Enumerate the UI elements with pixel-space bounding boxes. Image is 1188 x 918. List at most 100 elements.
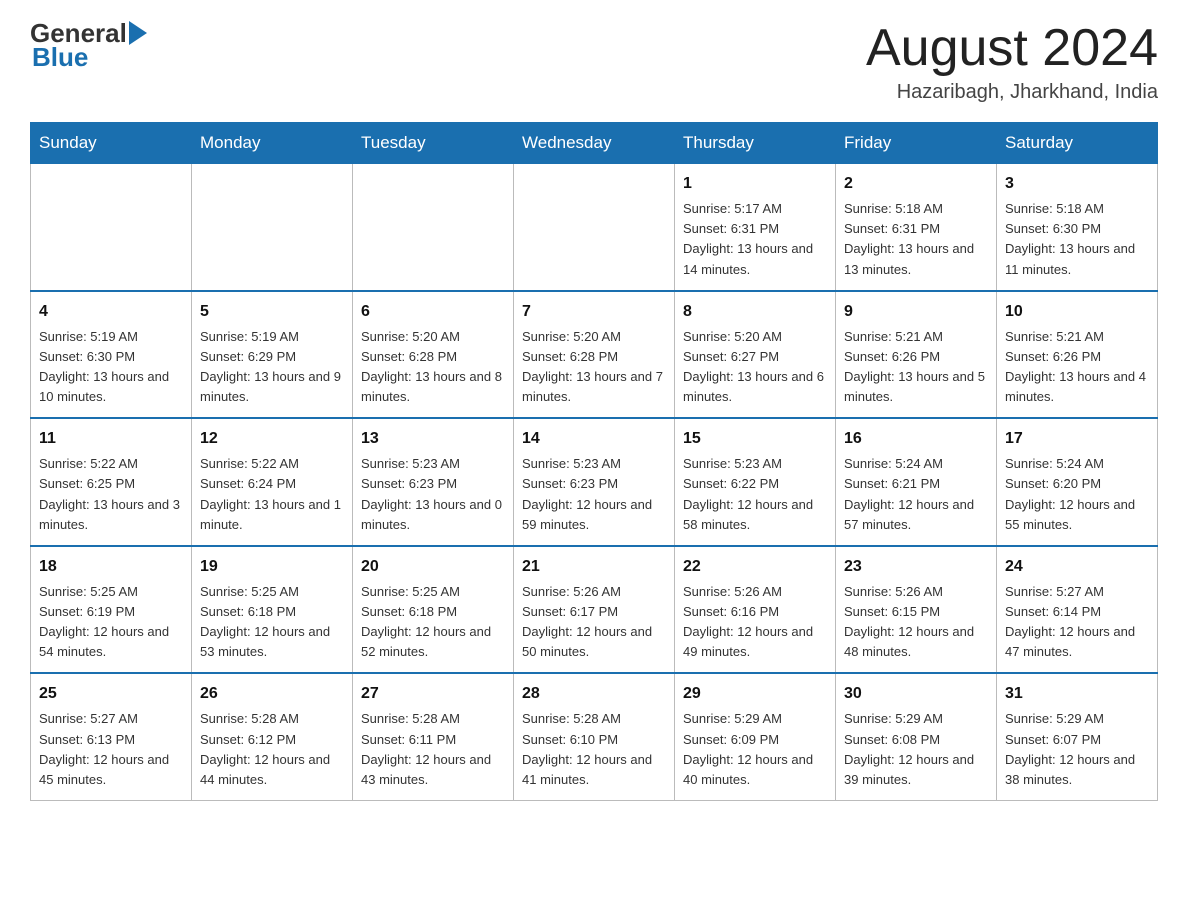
calendar-week-row: 25 Sunrise: 5:27 AM Sunset: 6:13 PM Dayli…: [31, 673, 1158, 800]
calendar-header-row: SundayMondayTuesdayWednesdayThursdayFrid…: [31, 123, 1158, 164]
day-number: 26: [200, 682, 344, 706]
day-number: 29: [683, 682, 827, 706]
calendar-week-row: 4Sunrise: 5:19 AM Sunset: 6:30 PM Daylig…: [31, 291, 1158, 419]
day-number: 27: [361, 682, 505, 706]
calendar-title: August 2024: [866, 20, 1158, 77]
calendar-cell: 27 Sunrise: 5:28 AM Sunset: 6:11 PM Dayli…: [353, 673, 514, 800]
calendar-cell: 9 Sunrise: 5:21 AM Sunset: 6:26 PM Daylig…: [836, 291, 997, 419]
day-of-week-header: Friday: [836, 123, 997, 164]
day-number: 22: [683, 555, 827, 579]
day-info: Sunrise: 5:27 AM Sunset: 6:14 PM Dayligh…: [1005, 582, 1149, 663]
calendar-cell: 7Sunrise: 5:20 AM Sunset: 6:28 PM Daylig…: [514, 291, 675, 419]
day-info: Sunrise: 5:20 AM Sunset: 6:28 PM Dayligh…: [361, 327, 505, 408]
day-info: Sunrise: 5:19 AM Sunset: 6:29 PM Dayligh…: [200, 327, 344, 408]
calendar-cell: 16 Sunrise: 5:24 AM Sunset: 6:21 PM Dayli…: [836, 418, 997, 546]
calendar-table: SundayMondayTuesdayWednesdayThursdayFrid…: [30, 122, 1158, 801]
day-info: Sunrise: 5:24 AM Sunset: 6:20 PM Dayligh…: [1005, 454, 1149, 535]
calendar-location: Hazaribagh, Jharkhand, India: [866, 81, 1158, 104]
calendar-cell: 28 Sunrise: 5:28 AM Sunset: 6:10 PM Dayli…: [514, 673, 675, 800]
calendar-cell: 26Sunrise: 5:28 AM Sunset: 6:12 PM Dayli…: [192, 673, 353, 800]
calendar-cell: 1 Sunrise: 5:17 AM Sunset: 6:31 PM Daylig…: [675, 164, 836, 291]
day-number: 31: [1005, 682, 1149, 706]
day-number: 20: [361, 555, 505, 579]
day-number: 10: [1005, 300, 1149, 324]
day-info: Sunrise: 5:23 AM Sunset: 6:23 PM Dayligh…: [522, 454, 666, 535]
page-header: General► Blue August 2024 Hazaribagh, Jh…: [30, 20, 1158, 104]
day-info: Sunrise: 5:21 AM Sunset: 6:26 PM Dayligh…: [1005, 327, 1149, 408]
day-number: 1: [683, 172, 827, 196]
day-info: Sunrise: 5:28 AM Sunset: 6:10 PM Dayligh…: [522, 709, 666, 790]
day-info: Sunrise: 5:20 AM Sunset: 6:28 PM Dayligh…: [522, 327, 666, 408]
logo: General► Blue: [30, 20, 147, 70]
day-number: 15: [683, 427, 827, 451]
day-number: 5: [200, 300, 344, 324]
calendar-cell: 17 Sunrise: 5:24 AM Sunset: 6:20 PM Dayli…: [997, 418, 1158, 546]
calendar-cell: 2Sunrise: 5:18 AM Sunset: 6:31 PM Daylig…: [836, 164, 997, 291]
day-info: Sunrise: 5:26 AM Sunset: 6:16 PM Dayligh…: [683, 582, 827, 663]
calendar-cell: 31 Sunrise: 5:29 AM Sunset: 6:07 PM Dayli…: [997, 673, 1158, 800]
day-number: 23: [844, 555, 988, 579]
day-number: 3: [1005, 172, 1149, 196]
calendar-cell: 22 Sunrise: 5:26 AM Sunset: 6:16 PM Dayli…: [675, 546, 836, 674]
title-block: August 2024 Hazaribagh, Jharkhand, India: [866, 20, 1158, 104]
day-number: 4: [39, 300, 183, 324]
calendar-cell: 23 Sunrise: 5:26 AM Sunset: 6:15 PM Dayli…: [836, 546, 997, 674]
day-number: 8: [683, 300, 827, 324]
calendar-cell: 3 Sunrise: 5:18 AM Sunset: 6:30 PM Daylig…: [997, 164, 1158, 291]
calendar-cell: 6 Sunrise: 5:20 AM Sunset: 6:28 PM Daylig…: [353, 291, 514, 419]
calendar-cell: 10 Sunrise: 5:21 AM Sunset: 6:26 PM Dayli…: [997, 291, 1158, 419]
calendar-week-row: 1 Sunrise: 5:17 AM Sunset: 6:31 PM Daylig…: [31, 164, 1158, 291]
day-number: 6: [361, 300, 505, 324]
day-info: Sunrise: 5:18 AM Sunset: 6:30 PM Dayligh…: [1005, 199, 1149, 280]
calendar-week-row: 18Sunrise: 5:25 AM Sunset: 6:19 PM Dayli…: [31, 546, 1158, 674]
day-info: Sunrise: 5:25 AM Sunset: 6:18 PM Dayligh…: [200, 582, 344, 663]
day-info: Sunrise: 5:26 AM Sunset: 6:17 PM Dayligh…: [522, 582, 666, 663]
day-number: 21: [522, 555, 666, 579]
day-number: 11: [39, 427, 183, 451]
calendar-cell: [353, 164, 514, 291]
day-info: Sunrise: 5:28 AM Sunset: 6:11 PM Dayligh…: [361, 709, 505, 790]
calendar-cell: 12Sunrise: 5:22 AM Sunset: 6:24 PM Dayli…: [192, 418, 353, 546]
day-info: Sunrise: 5:29 AM Sunset: 6:08 PM Dayligh…: [844, 709, 988, 790]
logo-blue-row: Blue: [30, 44, 88, 70]
day-info: Sunrise: 5:22 AM Sunset: 6:25 PM Dayligh…: [39, 454, 183, 535]
day-info: Sunrise: 5:29 AM Sunset: 6:07 PM Dayligh…: [1005, 709, 1149, 790]
day-info: Sunrise: 5:25 AM Sunset: 6:19 PM Dayligh…: [39, 582, 183, 663]
calendar-cell: 29Sunrise: 5:29 AM Sunset: 6:09 PM Dayli…: [675, 673, 836, 800]
calendar-cell: 13Sunrise: 5:23 AM Sunset: 6:23 PM Dayli…: [353, 418, 514, 546]
calendar-cell: 11 Sunrise: 5:22 AM Sunset: 6:25 PM Dayli…: [31, 418, 192, 546]
day-info: Sunrise: 5:27 AM Sunset: 6:13 PM Dayligh…: [39, 709, 183, 790]
day-of-week-header: Thursday: [675, 123, 836, 164]
calendar-cell: [514, 164, 675, 291]
day-info: Sunrise: 5:25 AM Sunset: 6:18 PM Dayligh…: [361, 582, 505, 663]
calendar-cell: [31, 164, 192, 291]
calendar-cell: 18Sunrise: 5:25 AM Sunset: 6:19 PM Dayli…: [31, 546, 192, 674]
day-number: 9: [844, 300, 988, 324]
day-of-week-header: Wednesday: [514, 123, 675, 164]
day-number: 14: [522, 427, 666, 451]
day-info: Sunrise: 5:23 AM Sunset: 6:23 PM Dayligh…: [361, 454, 505, 535]
calendar-cell: 8 Sunrise: 5:20 AM Sunset: 6:27 PM Daylig…: [675, 291, 836, 419]
day-info: Sunrise: 5:20 AM Sunset: 6:27 PM Dayligh…: [683, 327, 827, 408]
day-of-week-header: Tuesday: [353, 123, 514, 164]
calendar-cell: 24Sunrise: 5:27 AM Sunset: 6:14 PM Dayli…: [997, 546, 1158, 674]
day-of-week-header: Sunday: [31, 123, 192, 164]
calendar-cell: 5 Sunrise: 5:19 AM Sunset: 6:29 PM Daylig…: [192, 291, 353, 419]
day-info: Sunrise: 5:26 AM Sunset: 6:15 PM Dayligh…: [844, 582, 988, 663]
day-info: Sunrise: 5:17 AM Sunset: 6:31 PM Dayligh…: [683, 199, 827, 280]
day-number: 16: [844, 427, 988, 451]
day-of-week-header: Monday: [192, 123, 353, 164]
calendar-cell: [192, 164, 353, 291]
day-number: 25: [39, 682, 183, 706]
calendar-cell: 14 Sunrise: 5:23 AM Sunset: 6:23 PM Dayli…: [514, 418, 675, 546]
day-number: 17: [1005, 427, 1149, 451]
day-info: Sunrise: 5:24 AM Sunset: 6:21 PM Dayligh…: [844, 454, 988, 535]
day-number: 28: [522, 682, 666, 706]
logo-blue-text: Blue: [30, 44, 88, 70]
calendar-cell: 4Sunrise: 5:19 AM Sunset: 6:30 PM Daylig…: [31, 291, 192, 419]
calendar-cell: 20 Sunrise: 5:25 AM Sunset: 6:18 PM Dayli…: [353, 546, 514, 674]
day-number: 19: [200, 555, 344, 579]
day-info: Sunrise: 5:18 AM Sunset: 6:31 PM Dayligh…: [844, 199, 988, 280]
calendar-cell: 30Sunrise: 5:29 AM Sunset: 6:08 PM Dayli…: [836, 673, 997, 800]
day-info: Sunrise: 5:21 AM Sunset: 6:26 PM Dayligh…: [844, 327, 988, 408]
